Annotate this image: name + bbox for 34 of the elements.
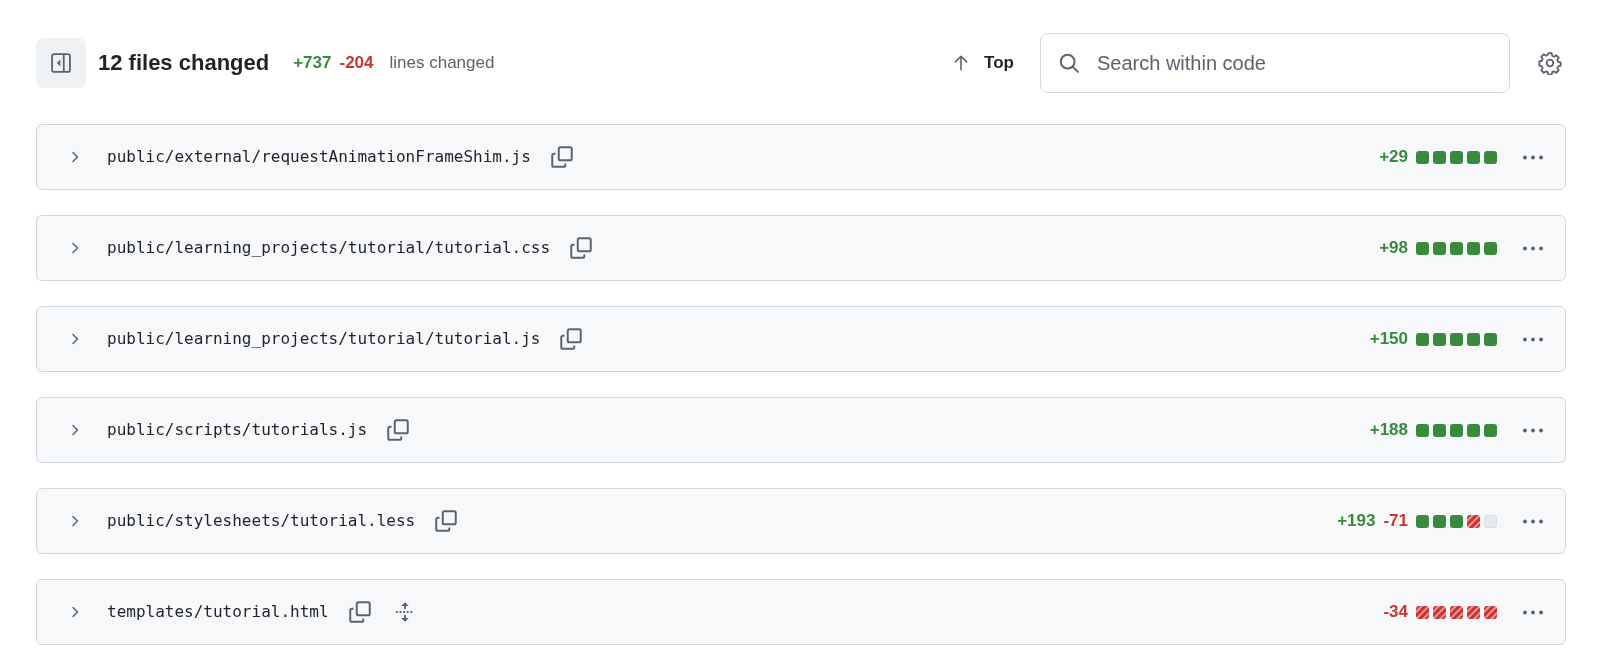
lines-changed-label: lines changed [389, 52, 495, 75]
copy-icon [558, 326, 585, 352]
top-button[interactable]: Top [942, 44, 1024, 82]
deletions-count: -204 [339, 52, 374, 75]
kebab-horizontal-icon [1523, 427, 1543, 433]
additions-count: +150 [1369, 328, 1408, 351]
file-path: public/learning_projects/tutorial/tutorial.js [107, 328, 541, 350]
kebab-horizontal-icon [1523, 154, 1543, 160]
additions-count: +737 [293, 52, 332, 75]
kebab-horizontal-icon [1523, 336, 1543, 342]
kebab-horizontal-icon [1523, 245, 1543, 251]
copy-icon [346, 599, 373, 625]
file-path: public/learning_projects/tutorial/tutorial.css [107, 237, 551, 259]
additions-count: +188 [1369, 419, 1408, 442]
sidebar-toggle-button[interactable] [36, 38, 86, 88]
additions-count: +29 [1379, 146, 1408, 169]
panel-icon [50, 52, 72, 74]
file-path: templates/tutorial.html [107, 601, 329, 623]
kebab-horizontal-icon [1523, 609, 1543, 615]
file-path: public/stylesheets/tutorial.less [107, 510, 416, 532]
copy-icon [568, 235, 595, 261]
copy-icon [385, 417, 412, 443]
deletions-count: -71 [1383, 510, 1408, 533]
search-field[interactable]: Search within code [1040, 33, 1510, 93]
file-path: public/scripts/tutorials.js [107, 419, 368, 441]
additions-count: +98 [1379, 237, 1408, 260]
copy-icon [548, 144, 575, 170]
settings-icon [1538, 51, 1562, 76]
files-changed-title: 12 files changed [98, 49, 270, 77]
copy-icon [433, 508, 460, 534]
file-path: public/external/requestAnimationFrameShim.js [107, 146, 531, 168]
additions-count: +193 [1337, 510, 1376, 533]
kebab-horizontal-icon [1523, 518, 1543, 524]
deletions-count: -34 [1383, 601, 1408, 624]
